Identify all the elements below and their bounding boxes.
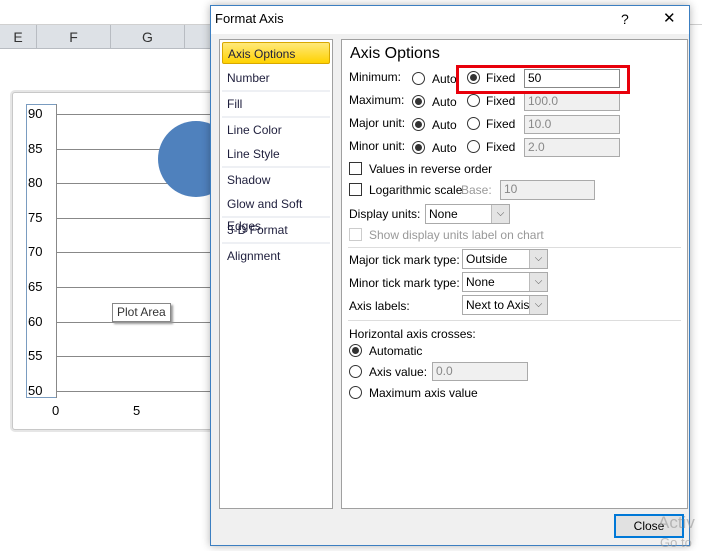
major-tick-value: Outside	[466, 252, 508, 266]
log-scale-label: Logarithmic scale	[369, 183, 463, 197]
x-tick-label: 0	[52, 403, 60, 418]
row-label: Minor unit:	[349, 139, 406, 153]
auto-radio[interactable]	[412, 95, 425, 108]
nav-alignment[interactable]: Alignment	[222, 245, 330, 267]
axis-labels-select[interactable]: Next to Axis ⌵	[462, 295, 548, 315]
nav-3d-format[interactable]: 3-D Format	[222, 219, 330, 241]
reverse-order-checkbox[interactable]	[349, 162, 362, 175]
minor-tick-value: None	[466, 275, 495, 289]
reverse-order-label: Values in reverse order	[369, 162, 493, 176]
gridline	[56, 322, 216, 323]
major-tick-select[interactable]: Outside ⌵	[462, 249, 548, 269]
nav-number[interactable]: Number	[222, 67, 330, 89]
base-label: Base:	[461, 183, 492, 197]
value-input[interactable]: 10.0	[524, 115, 620, 134]
chevron-down-icon: ⌵	[529, 250, 547, 268]
y-tick-label: 90	[28, 106, 43, 121]
minor-tick-label: Minor tick mark type:	[349, 276, 460, 290]
auto-radio[interactable]	[412, 118, 425, 131]
y-axis-line	[56, 104, 57, 398]
gridline	[56, 356, 216, 357]
y-tick-label: 50	[28, 383, 43, 398]
row-label: Major unit:	[349, 116, 406, 130]
cross-max-label: Maximum axis value	[369, 386, 478, 400]
axis-labels-label: Axis labels:	[349, 299, 410, 313]
y-tick-label: 80	[28, 175, 43, 190]
nav-line-color[interactable]: Line Color	[222, 119, 330, 141]
panel-title: Axis Options	[350, 45, 440, 62]
column-header-e[interactable]: E	[0, 25, 37, 49]
highlight-box	[456, 65, 630, 94]
gridline	[56, 252, 216, 253]
row-label: Minimum:	[349, 70, 402, 84]
cross-value-radio[interactable]	[349, 365, 362, 378]
fixed-label: Fixed	[486, 94, 516, 108]
axis-options-panel: Axis Options Minimum: Auto Fixed 50 Maxi…	[341, 39, 688, 509]
column-header-f[interactable]: F	[37, 25, 111, 49]
nav-glow-soft-edges[interactable]: Glow and Soft Edges	[222, 193, 330, 233]
display-units-select[interactable]: None ⌵	[425, 204, 510, 224]
chevron-down-icon: ⌵	[529, 296, 547, 314]
x-tick-label: 5	[133, 403, 141, 418]
auto-label: Auto	[432, 118, 457, 132]
gridline	[56, 114, 216, 115]
y-tick-label: 70	[28, 244, 43, 259]
y-tick-label: 65	[28, 279, 43, 294]
show-units-checkbox[interactable]	[349, 228, 362, 241]
auto-label: Auto	[432, 141, 457, 155]
close-icon[interactable]: ✕	[663, 6, 676, 32]
y-tick-label: 85	[28, 141, 43, 156]
row-label: Maximum:	[349, 93, 405, 107]
auto-label: Auto	[432, 72, 457, 86]
nav-axis-options[interactable]: Axis Options	[222, 42, 330, 64]
fixed-radio[interactable]	[467, 140, 480, 153]
base-input[interactable]: 10	[500, 180, 595, 200]
cross-automatic-radio[interactable]	[349, 344, 362, 357]
column-header-g[interactable]: G	[111, 25, 185, 49]
format-axis-dialog: Format Axis ? ✕ Axis Options Number Fill…	[210, 5, 690, 546]
crosses-label: Horizontal axis crosses:	[349, 327, 476, 341]
fixed-radio[interactable]	[467, 117, 480, 130]
show-units-label: Show display units label on chart	[369, 228, 544, 242]
category-nav: Axis Options Number Fill Line Color Line…	[219, 39, 333, 509]
help-button[interactable]: ?	[621, 6, 629, 32]
nav-shadow[interactable]: Shadow	[222, 169, 330, 191]
auto-radio[interactable]	[412, 72, 425, 85]
cross-value-input[interactable]: 0.0	[432, 362, 528, 381]
y-tick-label: 60	[28, 314, 43, 329]
auto-label: Auto	[432, 95, 457, 109]
fixed-radio[interactable]	[467, 94, 480, 107]
gridline	[56, 218, 216, 219]
nav-fill[interactable]: Fill	[222, 93, 330, 115]
y-tick-label: 75	[28, 210, 43, 225]
value-input[interactable]: 2.0	[524, 138, 620, 157]
gridline	[56, 391, 216, 392]
y-tick-label: 55	[28, 348, 43, 363]
watermark-text: Activ	[658, 513, 695, 532]
cross-max-radio[interactable]	[349, 386, 362, 399]
auto-radio[interactable]	[412, 141, 425, 154]
value-input[interactable]: 100.0	[524, 92, 620, 111]
log-scale-checkbox[interactable]	[349, 183, 362, 196]
chevron-down-icon: ⌵	[529, 273, 547, 291]
cross-value-label: Axis value:	[369, 365, 428, 379]
chevron-down-icon: ⌵	[491, 205, 509, 223]
display-units-value: None	[429, 207, 458, 221]
axis-labels-value: Next to Axis	[466, 298, 530, 312]
plot-area-tooltip: Plot Area	[112, 303, 171, 322]
watermark-text: Go to	[660, 535, 692, 550]
dialog-titlebar: Format Axis ? ✕	[211, 6, 689, 34]
gridline	[56, 287, 216, 288]
cross-automatic-label: Automatic	[369, 344, 423, 358]
nav-line-style[interactable]: Line Style	[222, 143, 330, 165]
minor-tick-select[interactable]: None ⌵	[462, 272, 548, 292]
dialog-title: Format Axis	[215, 11, 284, 26]
major-tick-label: Major tick mark type:	[349, 253, 460, 267]
fixed-label: Fixed	[486, 140, 516, 154]
fixed-label: Fixed	[486, 117, 516, 131]
display-units-label: Display units:	[349, 207, 421, 221]
